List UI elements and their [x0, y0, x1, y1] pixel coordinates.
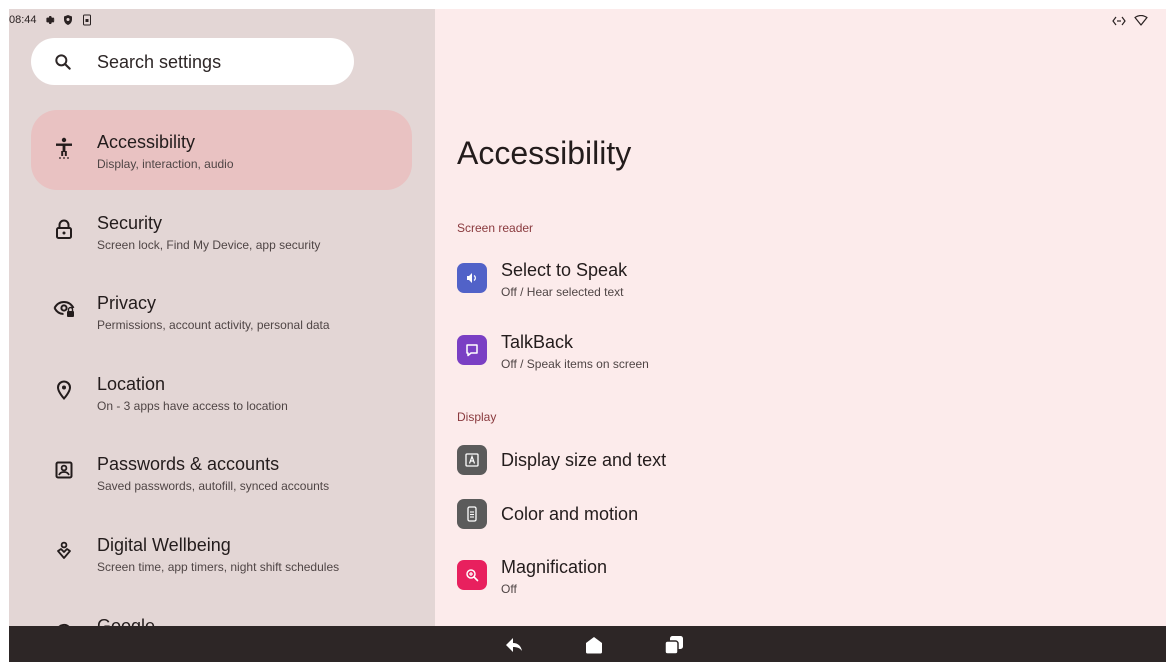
sidebar-item-google[interactable]: Google [31, 594, 412, 626]
recents-icon[interactable] [664, 635, 684, 655]
content-pane: Accessibility Screen reader Select to Sp… [435, 9, 1166, 626]
section-header-screen-reader: Screen reader [457, 221, 534, 235]
row-talkback[interactable]: TalkBack Off / Speak items on screen [457, 327, 1137, 375]
eye-lock-icon [53, 298, 75, 320]
text-size-icon [457, 445, 487, 475]
row-display-size-text[interactable]: Display size and text [457, 439, 1137, 487]
sidebar-item-passwords-accounts[interactable]: Passwords & accounts Saved passwords, au… [31, 432, 412, 512]
row-color-motion[interactable]: Color and motion [457, 493, 1137, 541]
color-motion-icon [457, 499, 487, 529]
row-subtitle: Off [501, 582, 517, 596]
gear-icon [43, 14, 56, 27]
sim-icon [81, 14, 94, 27]
sidebar-item-location[interactable]: Location On - 3 apps have access to loca… [31, 352, 412, 432]
row-magnification[interactable]: Magnification Off [457, 552, 1137, 600]
section-header-display: Display [457, 410, 497, 424]
search-bar[interactable]: Search settings [31, 38, 354, 85]
sidebar-item-title: Privacy [97, 293, 157, 313]
sidebar-item-title: Google [97, 616, 156, 626]
sidebar-item-privacy[interactable]: Privacy Permissions, account activity, p… [31, 271, 412, 351]
sidebar-item-title: Passwords & accounts [97, 454, 280, 474]
location-pin-icon [53, 379, 75, 401]
row-subtitle: Off / Speak items on screen [501, 357, 649, 371]
sidebar-item-subtitle: Screen time, app timers, night shift sch… [97, 560, 340, 574]
accessibility-icon [53, 137, 75, 159]
page-title: Accessibility [457, 135, 632, 171]
magnification-icon [457, 560, 487, 590]
sidebar-item-title: Location [97, 374, 166, 394]
row-title: Magnification [501, 557, 608, 577]
talkback-icon [457, 335, 487, 365]
row-title: Select to Speak [501, 260, 628, 280]
settings-screen: 08:44 Search settings Accessibility Disp… [9, 9, 1166, 626]
back-icon[interactable] [504, 635, 524, 655]
row-select-to-speak[interactable]: Select to Speak Off / Hear selected text [457, 255, 1137, 303]
search-icon [53, 52, 73, 72]
select-to-speak-icon [457, 263, 487, 293]
wellbeing-icon [53, 540, 75, 562]
sidebar-item-title: Digital Wellbeing [97, 535, 231, 555]
sidebar-item-subtitle: Saved passwords, autofill, synced accoun… [97, 479, 330, 493]
lock-icon [53, 218, 75, 240]
sidebar-item-title: Accessibility [97, 132, 196, 152]
navigation-bar [9, 626, 1166, 662]
sidebar-item-subtitle: Display, interaction, audio [97, 157, 234, 171]
row-title: Display size and text [501, 450, 667, 470]
sidebar-item-subtitle: On - 3 apps have access to location [97, 399, 288, 413]
row-subtitle: Off / Hear selected text [501, 285, 624, 299]
status-right-icons [1112, 13, 1148, 31]
status-time: 08:44 [9, 14, 37, 26]
search-placeholder: Search settings [97, 52, 222, 72]
row-title: TalkBack [501, 332, 574, 352]
home-icon[interactable] [584, 635, 604, 655]
wifi-outline-icon [1134, 13, 1148, 31]
sidebar-item-security[interactable]: Security Screen lock, Find My Device, ap… [31, 191, 412, 271]
sidebar-item-title: Security [97, 213, 163, 233]
sidebar: 08:44 Search settings Accessibility Disp… [9, 9, 435, 626]
row-title: Color and motion [501, 504, 639, 524]
account-box-icon [53, 459, 75, 481]
status-bar: 08:44 [9, 9, 94, 31]
sidebar-item-subtitle: Permissions, account activity, personal … [97, 318, 330, 332]
sidebar-item-accessibility[interactable]: Accessibility Display, interaction, audi… [31, 110, 412, 190]
code-arrows-icon [1112, 13, 1126, 31]
sidebar-item-digital-wellbeing[interactable]: Digital Wellbeing Screen time, app timer… [31, 513, 412, 593]
shield-icon [62, 14, 75, 27]
sidebar-item-subtitle: Screen lock, Find My Device, app securit… [97, 238, 321, 252]
